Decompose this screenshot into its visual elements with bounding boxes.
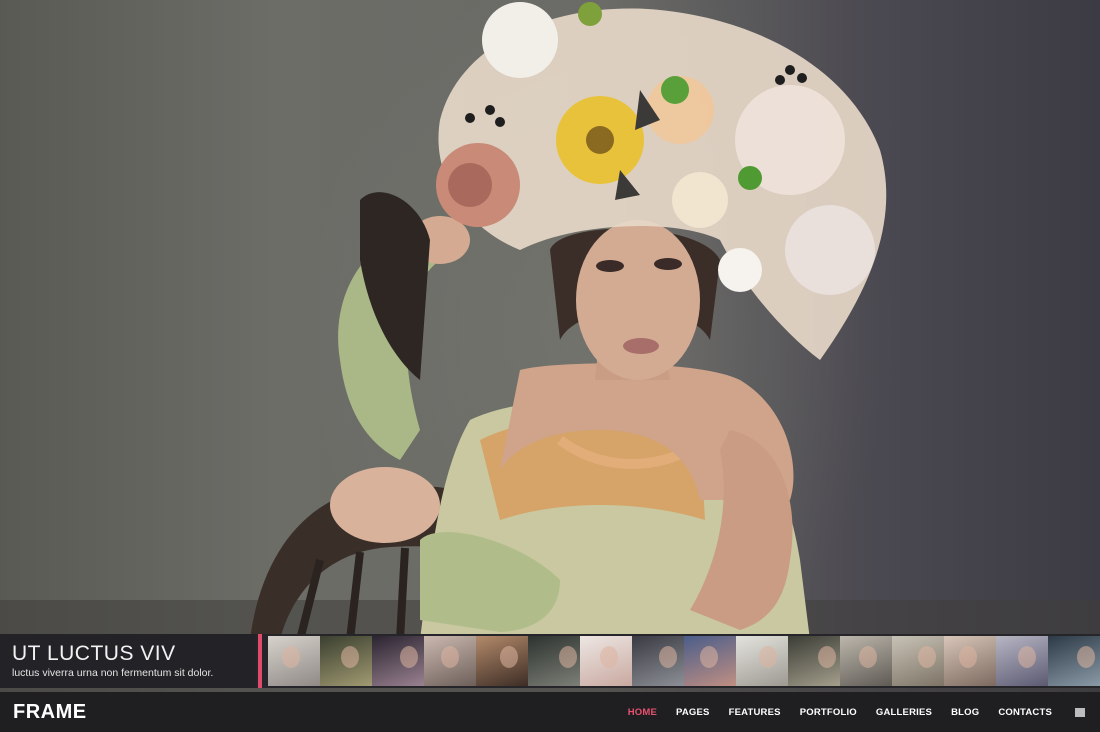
- slide-caption: UT LUCTUS VIV luctus viverra urna non fe…: [0, 634, 256, 688]
- thumbnail-5[interactable]: [476, 636, 528, 686]
- thumbnail-figure: [818, 646, 836, 668]
- thumbnail-figure: [400, 646, 418, 668]
- nav-item-features[interactable]: FEATURES: [729, 707, 781, 718]
- main-navbar: FRAME HOME PAGES FEATURES PORTFOLIO GALL…: [0, 692, 1100, 732]
- nav-item-pages[interactable]: PAGES: [676, 707, 710, 718]
- thumbnail-figure: [282, 646, 300, 668]
- thumbnail-3[interactable]: [372, 636, 424, 686]
- hero-slide-image: [0, 0, 1100, 692]
- slide-subtitle: luctus viverra urna non fermentum sit do…: [12, 667, 214, 679]
- thumbnail-2[interactable]: [320, 636, 372, 686]
- thumbnail-4[interactable]: [424, 636, 476, 686]
- thumbnail-figure: [700, 646, 718, 668]
- nav-item-portfolio[interactable]: PORTFOLIO: [800, 707, 857, 718]
- thumbnail-figure: [1018, 646, 1036, 668]
- thumbnail-figure: [918, 646, 936, 668]
- thumbnail-12[interactable]: [840, 636, 892, 686]
- nav-item-contacts[interactable]: CONTACTS: [998, 707, 1052, 718]
- thumbnail-figure: [441, 646, 459, 668]
- nav-item-home[interactable]: HOME: [628, 707, 657, 718]
- nav-item-blog[interactable]: BLOG: [951, 707, 979, 718]
- site-logo[interactable]: FRAME: [13, 701, 87, 724]
- thumbnail-16[interactable]: [1048, 636, 1100, 686]
- thumbnail-figure: [500, 646, 518, 668]
- nav-item-galleries[interactable]: GALLERIES: [876, 707, 932, 718]
- thumbnail-13[interactable]: [892, 636, 944, 686]
- grid-menu-icon[interactable]: [1075, 708, 1085, 717]
- thumbnail-1[interactable]: [268, 636, 320, 686]
- thumbnail-figure: [341, 646, 359, 668]
- thumbnail-11[interactable]: [788, 636, 840, 686]
- slider-strip: UT LUCTUS VIV luctus viverra urna non fe…: [0, 634, 1100, 688]
- thumbnail-15[interactable]: [996, 636, 1048, 686]
- slide-title: UT LUCTUS VIV: [12, 642, 176, 665]
- thumbnail-8[interactable]: [632, 636, 684, 686]
- thumbnail-figure: [859, 646, 877, 668]
- active-slide-indicator: [258, 634, 262, 688]
- thumbnail-figure: [959, 646, 977, 668]
- thumbnail-figure: [659, 646, 677, 668]
- thumbnail-list: [268, 636, 1100, 686]
- thumbnail-14[interactable]: [944, 636, 996, 686]
- thumbnail-figure: [600, 646, 618, 668]
- thumbnail-6[interactable]: [528, 636, 580, 686]
- thumbnail-7[interactable]: [580, 636, 632, 686]
- thumbnail-figure: [559, 646, 577, 668]
- thumbnail-figure: [759, 646, 777, 668]
- main-menu: HOME PAGES FEATURES PORTFOLIO GALLERIES …: [609, 692, 1052, 732]
- thumbnail-10[interactable]: [736, 636, 788, 686]
- thumbnail-9[interactable]: [684, 636, 736, 686]
- thumbnail-figure: [1077, 646, 1095, 668]
- hero-illustration: [0, 2, 1100, 692]
